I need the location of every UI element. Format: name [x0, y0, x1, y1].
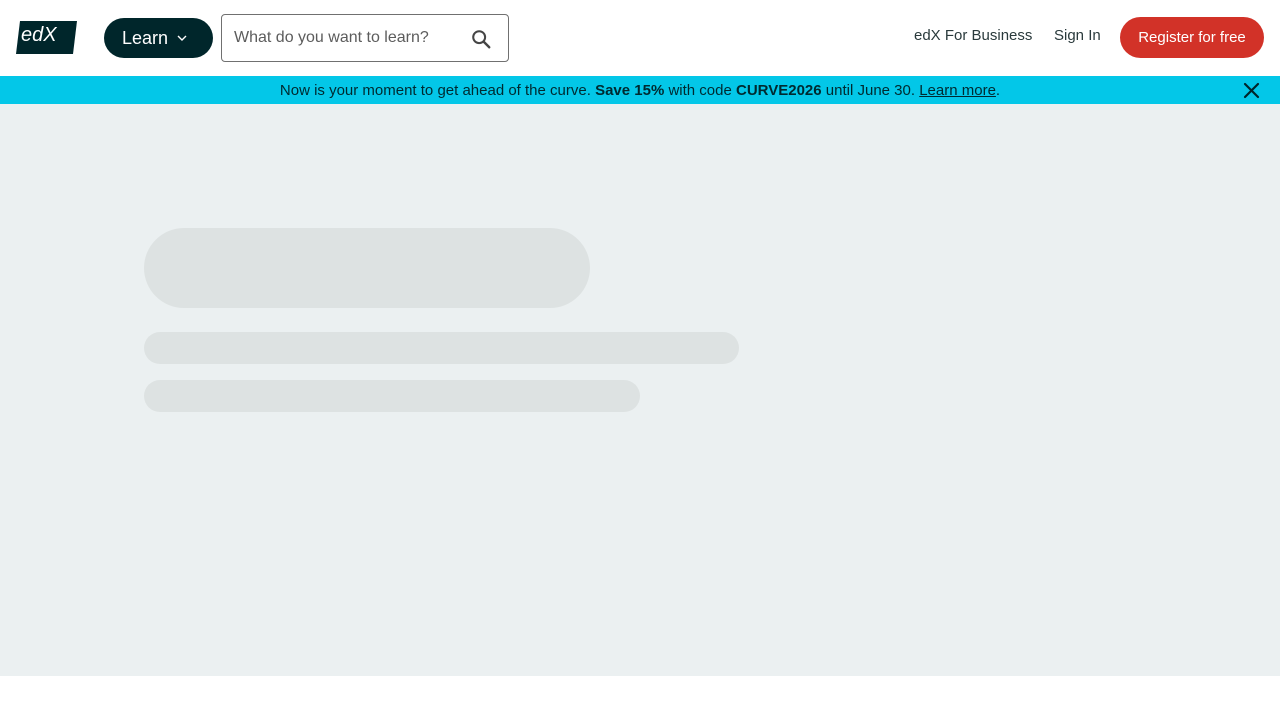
- banner-text: with code: [664, 81, 737, 99]
- search-input[interactable]: [222, 16, 462, 60]
- close-icon[interactable]: [1243, 82, 1260, 99]
- banner-code: CURVE2026: [736, 81, 822, 99]
- learn-label: Learn: [122, 27, 169, 48]
- learn-more-link[interactable]: Learn more: [919, 82, 996, 99]
- skeleton-line: [144, 332, 739, 364]
- main-content-loading: [0, 104, 1280, 676]
- banner-text: Now is your moment to get ahead of the c…: [279, 81, 596, 99]
- sign-in-link[interactable]: Sign In: [1054, 27, 1101, 44]
- learn-menu-button[interactable]: Learn: [104, 18, 213, 58]
- edx-for-business-link[interactable]: edX For Business: [914, 27, 1032, 44]
- site-header: edX Learn edX For Business Sign In Regis…: [0, 0, 1280, 76]
- banner-discount: Save 15%: [595, 81, 665, 99]
- skeleton-title: [144, 228, 590, 308]
- banner-text: until June 30.: [821, 81, 920, 99]
- banner-message: Now is your moment to get ahead of the c…: [280, 82, 1000, 99]
- search-box: [221, 14, 509, 62]
- register-button[interactable]: Register for free: [1120, 17, 1264, 58]
- skeleton-line: [144, 380, 640, 412]
- chevron-down-icon: [177, 35, 187, 41]
- promo-banner: Now is your moment to get ahead of the c…: [0, 76, 1280, 104]
- search-icon[interactable]: [470, 28, 492, 50]
- logo-text: edX: [21, 24, 57, 46]
- banner-text: .: [995, 81, 1001, 99]
- edx-logo[interactable]: edX: [16, 21, 77, 54]
